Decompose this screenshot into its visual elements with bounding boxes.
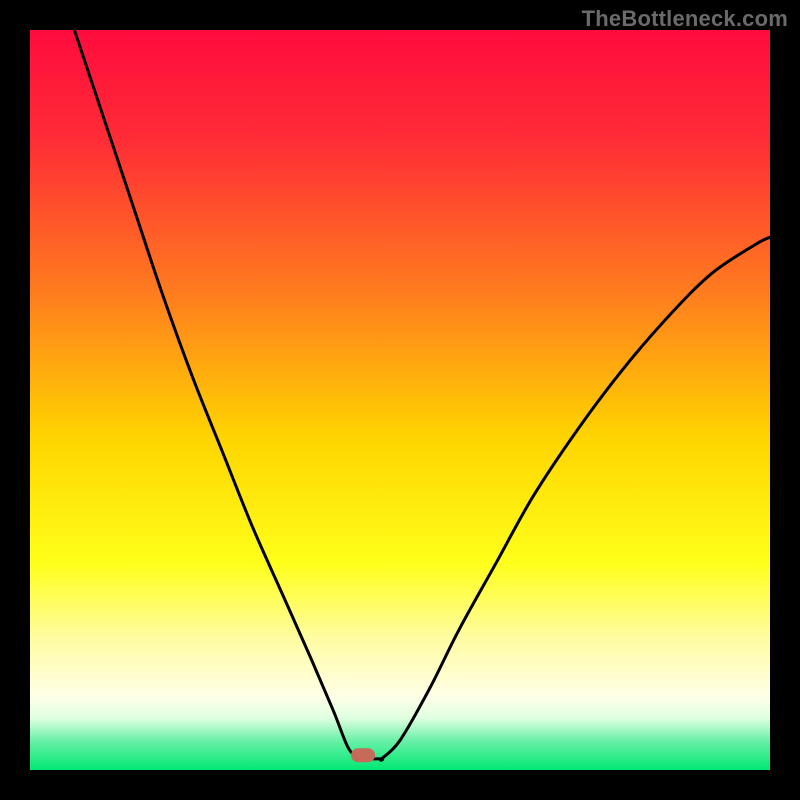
chart-svg [30,30,770,770]
plot-area [30,30,770,770]
chart-frame: TheBottleneck.com [0,0,800,800]
gradient-background [30,30,770,770]
optimum-marker [351,748,375,762]
watermark-text: TheBottleneck.com [582,6,788,32]
